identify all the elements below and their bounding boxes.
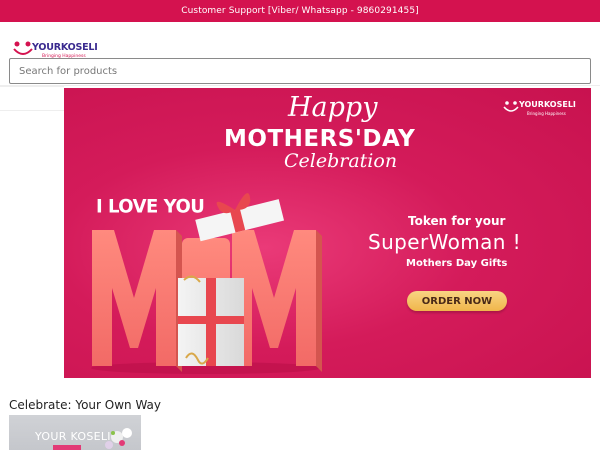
happy-heading: Happy bbox=[288, 92, 378, 123]
banner-logo: YOURKOSELI Bringing Happiness bbox=[503, 100, 576, 120]
sidebar-divider-lines bbox=[0, 86, 64, 386]
category-thumbnail[interactable]: YOUR KOSELI bbox=[9, 415, 141, 450]
token-text: Token for your bbox=[408, 214, 506, 228]
order-now-button[interactable]: ORDER NOW bbox=[407, 291, 507, 311]
celebration-heading: Celebration bbox=[284, 150, 398, 172]
search-placeholder: Search for products bbox=[19, 65, 118, 77]
mothers-day-gifts-text: Mothers Day Gifts bbox=[406, 258, 508, 269]
smile-logo-icon bbox=[13, 41, 33, 55]
thumbnail-label: YOUR KOSELI bbox=[35, 430, 111, 443]
banner-logo-text: YOURKOSELI bbox=[519, 100, 576, 109]
mothers-day-heading: MOTHERS'DAY bbox=[224, 126, 416, 152]
i-love-you-text: I LOVE YOU bbox=[96, 195, 205, 218]
support-text: Customer Support [Viber/ Whatsapp - 9860… bbox=[181, 6, 419, 16]
site-header: YOURKOSELI Bringing Happiness Search for… bbox=[0, 22, 600, 86]
mothers-day-banner[interactable]: YOURKOSELI Bringing Happiness Happy MOTH… bbox=[64, 88, 591, 378]
section-heading-text: Celebrate: Your Own Way bbox=[9, 398, 161, 412]
search-input[interactable]: Search for products bbox=[9, 58, 591, 84]
superwoman-text: SuperWoman ! bbox=[368, 230, 522, 254]
banner-smile-logo-icon bbox=[503, 101, 519, 112]
section-heading: Celebrate: Your Own Way bbox=[9, 398, 161, 412]
logo-text: YOURKOSELI bbox=[32, 42, 98, 53]
order-now-label: ORDER NOW bbox=[421, 295, 493, 307]
banner-logo-tagline: Bringing Happiness bbox=[527, 111, 566, 116]
support-topbar: Customer Support [Viber/ Whatsapp - 9860… bbox=[0, 0, 600, 22]
